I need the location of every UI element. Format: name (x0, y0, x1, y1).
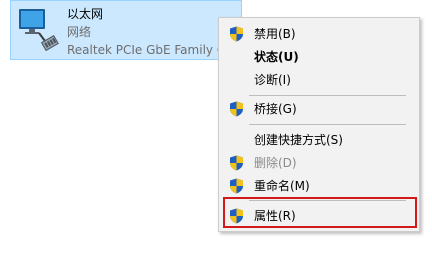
menu-item-label: 删除(D) (254, 156, 297, 170)
uac-shield-icon (230, 26, 243, 42)
menu-item-rename[interactable]: 重命名(M) (220, 175, 418, 197)
menu-separator (249, 124, 406, 125)
uac-shield-icon (230, 155, 243, 171)
network-adapter-icon (19, 9, 59, 51)
menu-item-disable[interactable]: 禁用(B) (220, 23, 418, 45)
menu-item-create-shortcut[interactable]: 创建快捷方式(S) (220, 129, 418, 151)
menu-item-label: 重命名(M) (254, 179, 310, 193)
menu-item-diagnose[interactable]: 诊断(I) (220, 69, 418, 91)
menu-item-bridge[interactable]: 桥接(G) (220, 98, 418, 120)
uac-shield-icon (230, 178, 243, 194)
menu-item-label: 禁用(B) (254, 27, 296, 41)
adapter-status: 网络 (67, 25, 92, 39)
adapter-name: 以太网 (67, 7, 104, 21)
menu-separator (249, 95, 406, 96)
properties-highlight-box (223, 197, 417, 228)
network-adapter-tile[interactable]: 以太网 网络 Realtek PCIe GbE Family C (10, 0, 242, 60)
menu-item-status[interactable]: 状态(U) (220, 46, 418, 68)
menu-item-label: 诊断(I) (254, 73, 291, 87)
menu-item-label: 状态(U) (254, 50, 299, 64)
menu-item-label: 创建快捷方式(S) (254, 133, 343, 147)
menu-item-label: 桥接(G) (254, 102, 297, 116)
uac-shield-icon (230, 101, 243, 117)
adapter-device: Realtek PCIe GbE Family C (67, 43, 226, 57)
adapter-text: 以太网 网络 Realtek PCIe GbE Family C (67, 5, 225, 59)
menu-item-delete: 删除(D) (220, 152, 418, 174)
